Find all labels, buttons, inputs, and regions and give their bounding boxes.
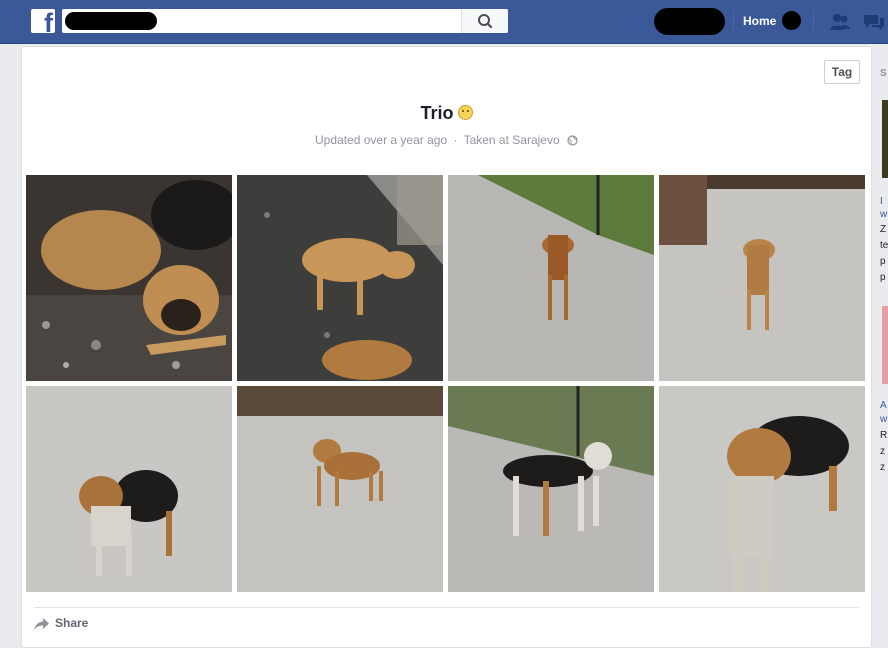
share-arrow-icon [34, 618, 49, 630]
album-updated-text: Updated over a year ago [315, 133, 448, 147]
sidebar-item1-line1[interactable]: I [880, 196, 883, 208]
search-button[interactable] [461, 9, 508, 33]
sidebar-item1-line3: Z [880, 224, 887, 235]
dog-photo-1 [26, 175, 232, 381]
album-meta: Updated over a year ago · Taken at Saraj… [22, 133, 871, 147]
photo-thumbnail[interactable] [26, 175, 232, 381]
dog-photo-6 [237, 386, 443, 592]
globe-privacy-icon[interactable] [567, 135, 578, 146]
search-icon [478, 14, 493, 29]
sidebar-item2-line3: R [880, 430, 888, 441]
search-bar[interactable] [62, 9, 508, 33]
album-title-text: Trio [420, 103, 454, 123]
photo-thumbnail[interactable] [237, 175, 443, 381]
dog-photo-4 [659, 175, 865, 381]
home-link[interactable]: Home [743, 14, 776, 28]
photo-thumbnail[interactable] [448, 386, 654, 592]
album-card: Tag Trio Updated over a year ago · Taken… [21, 46, 872, 648]
photo-thumbnail[interactable] [659, 175, 865, 381]
tag-button[interactable]: Tag [824, 60, 860, 84]
photo-thumbnail[interactable] [237, 386, 443, 592]
sidebar-thumbnail-1[interactable] [882, 100, 888, 178]
sidebar-header: S [880, 68, 887, 79]
photo-grid [26, 175, 866, 594]
notification-badge-redacted [782, 11, 801, 30]
facebook-logo-icon[interactable]: f [31, 9, 55, 33]
dog-photo-3 [448, 175, 654, 381]
sidebar-item2-line5: z [880, 462, 885, 473]
sidebar-item1-line6: p [880, 272, 886, 283]
nav-divider [733, 12, 734, 30]
share-button[interactable]: Share [34, 616, 88, 632]
messages-icon[interactable] [862, 13, 886, 31]
sidebar-item1-line2[interactable]: w [880, 209, 887, 221]
photo-thumbnail[interactable] [659, 386, 865, 592]
card-divider [34, 607, 859, 608]
profile-name-redacted[interactable] [654, 8, 725, 35]
sidebar-item2-line2[interactable]: w [880, 414, 887, 426]
share-label: Share [55, 616, 89, 630]
photo-thumbnail[interactable] [448, 175, 654, 381]
album-title: Trio [22, 103, 871, 124]
dog-photo-8 [659, 386, 865, 592]
search-input-redacted[interactable] [65, 12, 157, 30]
friend-requests-icon[interactable] [829, 13, 851, 31]
sidebar-item2-line1[interactable]: A [880, 400, 887, 412]
meta-separator: · [453, 133, 458, 147]
top-navigation-bar: f Home [0, 0, 888, 44]
sidebar-item2-line4: z [880, 446, 885, 457]
dog-photo-5 [26, 386, 232, 592]
sidebar-thumbnail-2[interactable] [882, 306, 888, 384]
album-location-link[interactable]: Taken at Sarajevo [464, 133, 560, 147]
photo-thumbnail[interactable] [26, 386, 232, 592]
dog-photo-7 [448, 386, 654, 592]
smiley-emoji-icon [457, 105, 473, 120]
nav-divider [813, 12, 814, 30]
sidebar-item1-line4: te [880, 240, 888, 251]
dog-photo-2 [237, 175, 443, 381]
sidebar-item1-line5: p [880, 256, 886, 267]
